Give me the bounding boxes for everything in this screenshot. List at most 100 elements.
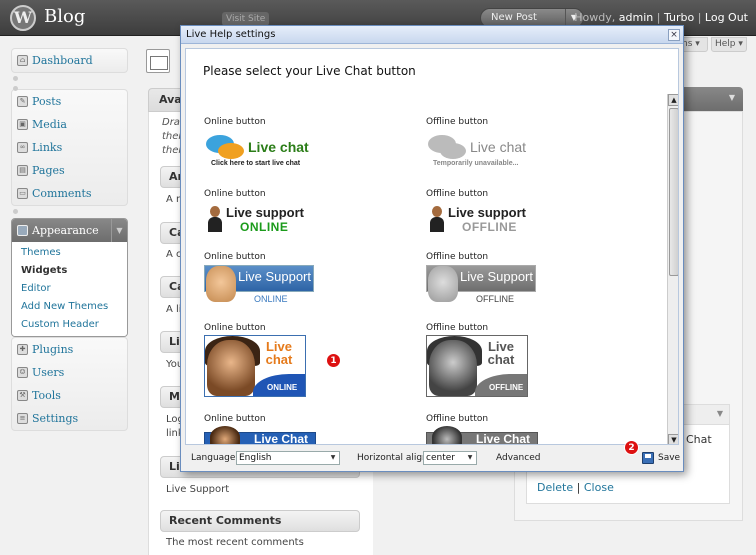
widget-chat-text: Chat — [686, 433, 712, 446]
live-support-offline-button[interactable]: Live support OFFLINE — [428, 204, 538, 234]
advanced-link[interactable]: Advanced — [496, 453, 540, 463]
live-chat-online-button[interactable]: Live chat Click here to start live chat — [204, 133, 314, 171]
save-button[interactable]: Save — [642, 450, 681, 466]
howdy-text: Howdy, — [574, 11, 616, 24]
button-title: Live chat — [248, 139, 309, 155]
live-chat-offline-button[interactable]: Live chat Temporarily unavailable... — [426, 133, 536, 171]
menu-item-appearance[interactable]: Appearance ▼ — [12, 219, 127, 242]
live-support-online-button[interactable]: Live support ONLINE — [206, 204, 316, 234]
live-support-banner-online-button[interactable]: Live Support ONLINE — [204, 265, 316, 305]
menu-item-settings[interactable]: ≡ Settings — [12, 407, 127, 430]
submenu-item-themes[interactable]: Themes — [12, 244, 127, 262]
menu-item-comments[interactable]: ▭ Comments — [12, 182, 127, 205]
button-title: Live chat — [265, 339, 293, 367]
menu-label: Dashboard — [32, 54, 93, 67]
scroll-down-arrow-icon[interactable]: ▼ — [668, 434, 678, 444]
menu-appearance-group: Appearance ▼ Themes Widgets Editor Add Ne… — [11, 218, 128, 337]
dialog-heading: Please select your Live Chat button — [203, 64, 416, 78]
save-label: Save — [658, 453, 681, 463]
operator-photo — [206, 266, 236, 302]
save-icon — [642, 452, 654, 464]
operator-photo — [429, 340, 477, 396]
submenu-item-add-new-themes[interactable]: Add New Themes — [12, 298, 127, 316]
menu-item-media[interactable]: ▣ Media — [12, 113, 127, 136]
align-value: center — [426, 453, 455, 463]
dialog-title[interactable]: Live Help settings — [181, 26, 683, 44]
comments-icon: ▭ — [17, 188, 28, 199]
dialog-scrollbar[interactable]: ▲ ▼ — [667, 94, 678, 444]
menu-label: Users — [32, 366, 65, 379]
offline-button-label: Offline button — [426, 117, 489, 127]
submenu-item-widgets[interactable]: Widgets — [12, 262, 127, 280]
language-value: English — [239, 453, 272, 463]
logout-link[interactable]: Log Out — [705, 11, 748, 24]
button-title: Live Support — [238, 269, 311, 284]
plugins-icon: ✚ — [17, 344, 28, 355]
widget-description: The most recent comments — [166, 537, 304, 548]
close-link[interactable]: Close — [584, 481, 614, 494]
chevron-down-icon[interactable]: ▼ — [729, 93, 735, 102]
live-chat-bar-offline-button[interactable]: Live Chat — [426, 426, 538, 445]
chevron-down-icon[interactable]: ▼ — [111, 219, 127, 242]
menu-separator — [11, 83, 128, 91]
menu-item-pages[interactable]: ▤ Pages — [12, 159, 127, 182]
menu-item-plugins[interactable]: ✚ Plugins — [12, 338, 127, 361]
offline-button-label: Offline button — [426, 414, 489, 424]
online-button-label: Online button — [204, 414, 266, 424]
button-subtitle: Temporarily unavailable... — [433, 160, 519, 167]
delete-link[interactable]: Delete — [537, 481, 573, 494]
chevron-down-icon[interactable]: ▼ — [717, 409, 723, 418]
widget-controls: Delete | Close — [537, 481, 614, 494]
menu-dashboard-group: ⌂ Dashboard — [11, 48, 128, 73]
annotation-badge-1: 1 — [326, 353, 341, 368]
operator-icon — [208, 206, 222, 232]
menu-item-users[interactable]: ☺ Users — [12, 361, 127, 384]
live-chat-photo-offline-button[interactable]: Live chat OFFLINE — [426, 335, 528, 397]
widget-recent-comments[interactable]: Recent Comments — [160, 510, 360, 532]
live-support-banner-offline-button[interactable]: Live Support OFFLINE — [426, 265, 538, 305]
button-title: Live Chat — [476, 432, 531, 445]
pages-icon: ▤ — [17, 165, 28, 176]
menu-label: Appearance — [32, 224, 99, 237]
operator-photo — [428, 266, 458, 302]
widget-settings-header[interactable]: ▼ — [683, 405, 729, 425]
help-label: Help — [715, 39, 736, 49]
scroll-up-arrow-icon[interactable]: ▲ — [668, 94, 678, 106]
menu-label: Settings — [32, 412, 79, 425]
language-select[interactable]: English ▼ — [236, 451, 340, 465]
chevron-down-icon: ▼ — [330, 454, 336, 461]
operator-photo — [432, 426, 462, 444]
menu-content-group: ✎ Posts ▣ Media ∞ Links ▤ Pages ▭ Comments — [11, 89, 128, 206]
separator: | — [576, 481, 581, 494]
button-status: ONLINE — [254, 294, 288, 304]
live-chat-bar-online-button[interactable]: Live Chat — [204, 426, 316, 444]
visit-site-button[interactable]: Visit Site — [222, 12, 270, 26]
menu-label: Links — [32, 141, 63, 154]
user-link[interactable]: admin — [619, 11, 653, 24]
menu-item-links[interactable]: ∞ Links — [12, 136, 127, 159]
submenu-item-editor[interactable]: Editor — [12, 280, 127, 298]
live-chat-photo-online-button[interactable]: Live chat ONLINE — [204, 335, 306, 397]
media-icon: ▣ — [17, 119, 28, 130]
menu-item-dashboard[interactable]: ⌂ Dashboard — [12, 49, 127, 72]
users-icon: ☺ — [17, 367, 28, 378]
close-icon[interactable]: × — [668, 29, 680, 41]
dialog-body: Please select your Live Chat button Onli… — [185, 48, 679, 445]
wordpress-logo-icon[interactable]: W — [10, 5, 36, 31]
site-title[interactable]: Blog — [44, 6, 85, 27]
intro-text-line: thei — [162, 145, 182, 156]
menu-item-posts[interactable]: ✎ Posts — [12, 90, 127, 113]
posts-icon: ✎ — [17, 96, 28, 107]
submenu-item-custom-header[interactable]: Custom Header — [12, 316, 127, 334]
menu-item-tools[interactable]: ⚒ Tools — [12, 384, 127, 407]
horizontal-align-select[interactable]: center ▼ — [423, 451, 477, 465]
menu-separator — [11, 73, 128, 83]
scroll-thumb[interactable] — [669, 108, 678, 276]
turbo-link[interactable]: Turbo — [664, 11, 694, 24]
links-icon: ∞ — [17, 142, 28, 153]
user-greeting: Howdy, admin | Turbo | Log Out — [574, 11, 748, 24]
appearance-submenu: Themes Widgets Editor Add New Themes Cus… — [12, 242, 127, 336]
chat-bubble-icon — [218, 143, 244, 159]
help-tab[interactable]: Help ▾ — [711, 37, 747, 52]
menu-admin-group: ✚ Plugins ☺ Users ⚒ Tools ≡ Settings — [11, 337, 128, 431]
